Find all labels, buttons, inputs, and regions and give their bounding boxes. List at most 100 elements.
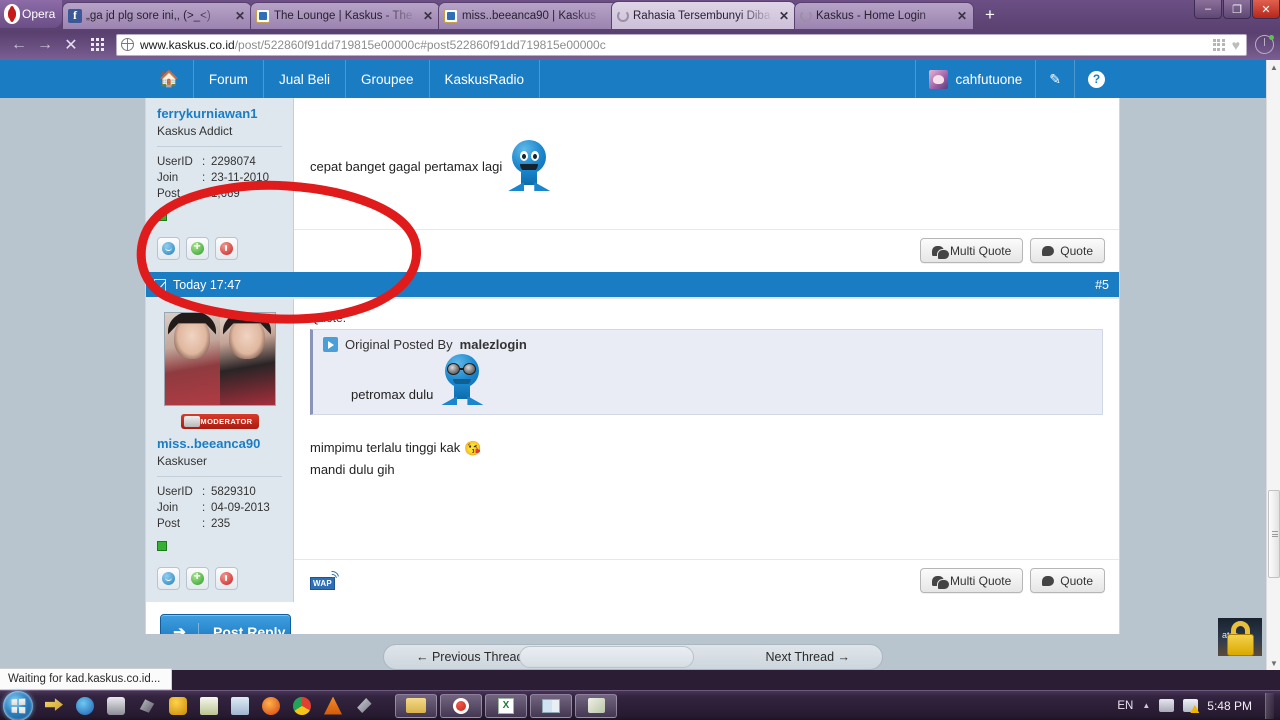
start-button[interactable] xyxy=(3,690,33,720)
multi-quote-button[interactable]: Multi Quote xyxy=(919,238,1024,263)
show-desktop-button[interactable] xyxy=(1265,692,1274,719)
explorer-window-button[interactable] xyxy=(395,693,437,718)
post: ferrykurniawan1 Kaskus Addict UserID : 2… xyxy=(146,98,1119,272)
account-user[interactable]: cahfutuone xyxy=(915,60,1035,98)
excel-window-button[interactable]: X xyxy=(485,693,527,718)
smiley-icon[interactable] xyxy=(157,567,180,590)
page-scrollbar[interactable]: ▲ ▼ xyxy=(1266,60,1280,670)
close-icon[interactable]: ✕ xyxy=(955,9,969,23)
extensions-icon[interactable] xyxy=(1212,38,1225,51)
opera-turbo-icon[interactable] xyxy=(76,696,94,715)
action-center-warning-icon[interactable] xyxy=(1183,699,1200,713)
padlock-icon xyxy=(1218,618,1262,662)
utorrent-icon[interactable] xyxy=(169,696,187,715)
opera-window-button[interactable] xyxy=(440,693,482,718)
browser-status-bar: Waiting for kad.kaskus.co.id... xyxy=(0,668,1280,690)
paint-window-button[interactable] xyxy=(575,693,617,718)
nav-groupee[interactable]: Groupee xyxy=(346,60,430,98)
post-username[interactable]: miss..beeanca90 xyxy=(157,436,282,451)
nav-kaskusradio[interactable]: KaskusRadio xyxy=(430,60,541,98)
vlc-icon[interactable] xyxy=(324,696,342,715)
language-indicator[interactable]: EN xyxy=(1117,700,1133,712)
post-message-text: cepat banget gagal pertamax lagi xyxy=(310,158,503,174)
tab-title: Rahasia Tersembunyi Diba xyxy=(633,9,771,22)
jc-app-icon[interactable] xyxy=(231,696,249,715)
user-action-buttons xyxy=(157,237,282,260)
network-icon[interactable] xyxy=(1159,699,1175,712)
help-button[interactable]: ? xyxy=(1074,60,1118,98)
field-value: 23-11-2010 xyxy=(211,172,269,184)
screen: Opera „ga jd plg sore ini,, (>_<) ✕ The … xyxy=(0,0,1280,720)
multi-quote-label: Multi Quote xyxy=(949,573,1012,588)
browser-tab[interactable]: The Lounge | Kaskus - The ✕ xyxy=(250,2,440,29)
smiley-icon[interactable] xyxy=(157,237,180,260)
user-field: Post : 1,669 xyxy=(157,186,282,202)
post-username[interactable]: ferrykurniawan1 xyxy=(157,106,282,121)
scroll-up-icon[interactable]: ▲ xyxy=(1267,60,1280,74)
restore-button[interactable]: ❐ xyxy=(1223,0,1251,19)
tab-title: „ga jd plg sore ini,, (>_<) xyxy=(86,10,211,22)
close-icon[interactable]: ✕ xyxy=(421,9,435,23)
globe-icon xyxy=(120,37,134,51)
show-desktop-icon[interactable] xyxy=(45,698,63,711)
post-content: Quote: Original Posted By malezlogin pet… xyxy=(294,299,1119,602)
checked-icon[interactable] xyxy=(154,278,166,291)
back-icon[interactable]: ← xyxy=(6,33,32,57)
minimize-button[interactable]: – xyxy=(1194,0,1222,19)
kaskus-icon xyxy=(256,9,270,23)
previous-thread-button[interactable]: ← Previous Thread xyxy=(384,650,523,664)
firefox-icon[interactable] xyxy=(262,696,280,715)
close-window-button[interactable]: ✕ xyxy=(1252,0,1280,19)
media-window-button[interactable] xyxy=(530,693,572,718)
minus-reputation-icon[interactable] xyxy=(215,237,238,260)
new-tab-button[interactable]: + xyxy=(980,6,1000,26)
stop-loading-icon[interactable]: ✕ xyxy=(58,33,84,57)
speed-dial-icon[interactable] xyxy=(84,33,110,57)
bookmark-heart-icon[interactable]: ♥ xyxy=(1232,37,1240,53)
shortcut-icon[interactable] xyxy=(357,697,372,714)
browser-tab[interactable]: Kaskus - Home Login ✕ xyxy=(794,2,974,29)
scrollbar-thumb[interactable] xyxy=(1268,490,1280,578)
quote-label: Quote xyxy=(1060,573,1093,588)
post-number[interactable]: #5 xyxy=(1095,278,1109,292)
nav-jual-beli[interactable]: Jual Beli xyxy=(264,60,346,98)
divider xyxy=(157,146,282,147)
close-icon[interactable]: ✕ xyxy=(233,9,247,23)
emule-icon[interactable] xyxy=(139,699,155,713)
post-user-title: Kaskus Addict xyxy=(157,124,233,138)
window-controls: – ❐ ✕ xyxy=(1193,0,1280,19)
nav-forum[interactable]: Forum xyxy=(194,60,264,98)
compose-button[interactable]: ✎ xyxy=(1035,60,1074,98)
multi-quote-icon xyxy=(931,575,950,590)
minus-reputation-icon[interactable] xyxy=(215,567,238,590)
browser-tab[interactable]: „ga jd plg sore ini,, (>_<) ✕ xyxy=(62,2,252,29)
forward-icon[interactable]: → xyxy=(32,33,58,57)
notepad-icon[interactable] xyxy=(200,696,218,715)
plus-reputation-icon[interactable] xyxy=(186,237,209,260)
post-body: MODERATOR miss..beeanca90 Kaskuser UserI… xyxy=(146,299,1119,602)
quote-attribution-user[interactable]: malezlogin xyxy=(460,337,527,352)
tab-title: Kaskus - Home Login xyxy=(816,10,926,22)
address-bar[interactable]: www.kaskus.co.id/post/522860f91dd719815e… xyxy=(116,33,1247,56)
quote-arrow-icon[interactable] xyxy=(323,337,338,352)
opera-menu-button[interactable]: Opera xyxy=(0,0,62,28)
quote-button[interactable]: Quote xyxy=(1030,568,1105,593)
quote-body: petromax dulu xyxy=(323,354,1092,406)
opera-turbo-icon[interactable] xyxy=(1255,35,1274,54)
clock[interactable]: 5:48 PM xyxy=(1207,699,1252,713)
close-icon[interactable]: ✕ xyxy=(777,9,791,23)
kaskus-icon xyxy=(444,9,458,23)
page-viewport: 🏠 Forum Jual Beli Groupee KaskusRadio ca… xyxy=(0,60,1280,670)
avatar[interactable] xyxy=(163,312,276,406)
camera-icon[interactable] xyxy=(107,696,125,715)
quote-button[interactable]: Quote xyxy=(1030,238,1105,263)
multi-quote-button[interactable]: Multi Quote xyxy=(919,568,1024,593)
chrome-icon[interactable] xyxy=(293,696,311,715)
next-thread-button[interactable]: Next Thread → xyxy=(765,650,882,664)
browser-tab-active[interactable]: Rahasia Tersembunyi Diba ✕ xyxy=(611,1,796,29)
browser-tab[interactable]: miss..beeanca90 | Kaskus ✕ xyxy=(438,2,628,29)
plus-reputation-icon[interactable] xyxy=(186,567,209,590)
chevron-up-icon[interactable]: ▲ xyxy=(1142,701,1150,710)
nav-home[interactable]: 🏠 xyxy=(145,60,194,98)
thread-navigation: ← Previous Thread Next Thread → xyxy=(0,634,1266,670)
